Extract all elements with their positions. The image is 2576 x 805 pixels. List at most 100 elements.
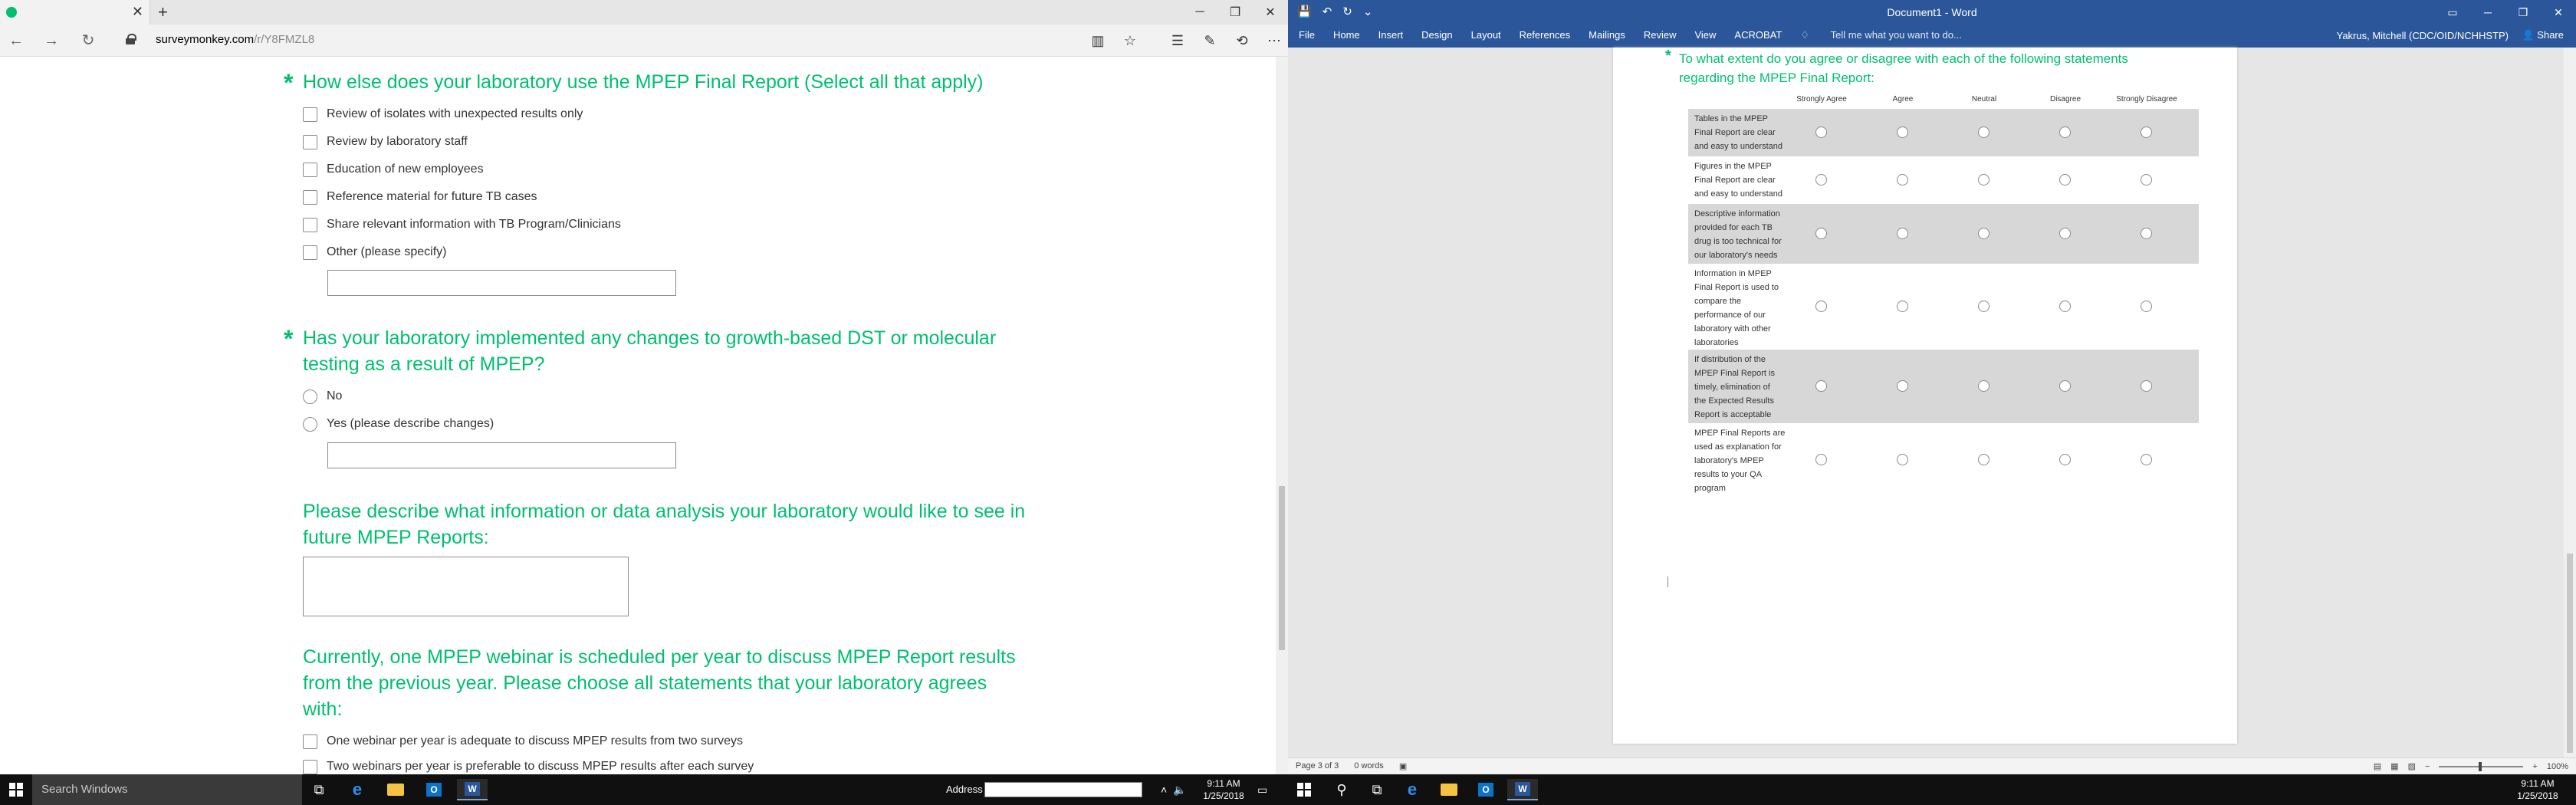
other-specify-input[interactable] — [327, 270, 676, 296]
describe-changes-input[interactable] — [327, 442, 676, 468]
likert-radio-button[interactable] — [2059, 454, 2071, 465]
tab-review[interactable]: Review — [1644, 29, 1677, 41]
likert-radio-button[interactable] — [2141, 174, 2152, 186]
likert-radio-button[interactable] — [1897, 454, 1908, 465]
likert-radio-button[interactable] — [1815, 127, 1827, 138]
likert-radio-button[interactable] — [1978, 127, 1990, 138]
scrollbar-thumb[interactable] — [1279, 486, 1285, 650]
ribbon-display-icon[interactable]: ▭ — [2435, 0, 2470, 25]
edge-taskbar-icon[interactable]: e — [342, 779, 373, 800]
checkbox-option[interactable]: Education of new employees — [303, 161, 484, 178]
radio-option[interactable]: No — [303, 388, 342, 405]
zoom-level[interactable]: 100% — [2547, 762, 2568, 771]
likert-radio-button[interactable] — [1815, 454, 1827, 465]
search-icon[interactable]: ⚲ — [1326, 779, 1357, 800]
web-layout-icon[interactable]: ▧ — [2408, 761, 2416, 771]
data-analysis-textarea[interactable] — [303, 557, 629, 616]
likert-radio-button[interactable] — [1815, 380, 1827, 392]
likert-radio-button[interactable] — [1897, 301, 1908, 312]
reading-view-icon[interactable]: ▥ — [1084, 29, 1112, 52]
checkbox[interactable] — [303, 734, 317, 749]
likert-radio-button[interactable] — [2141, 380, 2152, 392]
file-explorer-icon[interactable] — [380, 779, 411, 800]
likert-radio-button[interactable] — [1978, 174, 1990, 186]
checkbox-option[interactable]: Review of isolates with unexpected resul… — [303, 106, 583, 123]
word-taskbar-icon[interactable]: W — [1507, 779, 1538, 800]
minimize-button[interactable]: ─ — [2470, 0, 2505, 25]
checkbox[interactable] — [303, 189, 317, 205]
likert-radio-button[interactable] — [1897, 380, 1908, 392]
radio-option[interactable]: Yes (please describe changes) — [303, 416, 494, 432]
more-icon[interactable]: ⋯ — [1260, 29, 1288, 52]
web-note-icon[interactable]: ✎ — [1196, 29, 1224, 52]
likert-radio-button[interactable] — [1897, 127, 1908, 138]
tab-references[interactable]: References — [1520, 29, 1570, 41]
likert-radio-button[interactable] — [1897, 174, 1908, 186]
windows-start-icon[interactable] — [9, 783, 23, 797]
minimize-button[interactable]: ─ — [1182, 0, 1217, 25]
likert-radio-button[interactable] — [2141, 301, 2152, 312]
checkbox[interactable] — [303, 217, 317, 232]
taskbar-clock[interactable]: 9:11 AM 1/25/2018 — [2507, 777, 2568, 802]
back-button[interactable]: ← — [5, 31, 28, 51]
likert-radio-button[interactable] — [1815, 174, 1827, 186]
task-view-icon[interactable]: ⧉ — [1362, 779, 1392, 800]
tab-mailings[interactable]: Mailings — [1589, 29, 1625, 41]
likert-radio-button[interactable] — [1978, 454, 1990, 465]
likert-radio-button[interactable] — [2141, 454, 2152, 465]
task-view-icon[interactable]: ⧉ — [304, 779, 334, 800]
likert-radio-button[interactable] — [1815, 301, 1827, 312]
windows-start-icon[interactable] — [1297, 783, 1311, 797]
windows-search-box[interactable]: Search Windows — [32, 774, 302, 805]
checkbox[interactable] — [303, 759, 317, 774]
likert-radio-button[interactable] — [2059, 380, 2071, 392]
radio-button[interactable] — [303, 416, 317, 432]
taskbar-clock[interactable]: 9:11 AM 1/25/2018 — [1193, 777, 1254, 802]
likert-radio-button[interactable] — [2059, 127, 2071, 138]
checkbox[interactable] — [303, 107, 317, 122]
read-mode-icon[interactable]: ▤ — [2374, 761, 2381, 771]
user-name[interactable]: Yakrus, Mitchell (CDC/OID/NCHHSTP) — [2337, 30, 2509, 41]
checkbox-option[interactable]: Two webinars per year is preferable to d… — [303, 758, 754, 774]
likert-radio-button[interactable] — [1978, 380, 1990, 392]
proofing-icon[interactable]: ▣ — [1399, 761, 1407, 771]
restore-button[interactable]: ❐ — [1217, 0, 1253, 25]
zoom-slider-thumb[interactable] — [2479, 761, 2482, 771]
page-count[interactable]: Page 3 of 3 — [1296, 761, 1339, 771]
likert-radio-button[interactable] — [2059, 301, 2071, 312]
forward-button[interactable]: → — [40, 31, 63, 51]
hub-icon[interactable]: ☰ — [1164, 29, 1191, 52]
likert-radio-button[interactable] — [2141, 127, 2152, 138]
tab-insert[interactable]: Insert — [1378, 29, 1404, 41]
likert-radio-button[interactable] — [1815, 228, 1827, 239]
new-tab-button[interactable]: + — [158, 2, 168, 22]
refresh-button[interactable]: ↻ — [77, 31, 100, 51]
tab-close-icon[interactable]: ✕ — [132, 4, 143, 20]
zoom-slider[interactable] — [2439, 761, 2524, 771]
share-button[interactable]: 👤 Share — [2517, 28, 2568, 43]
zoom-in-icon[interactable]: + — [2532, 762, 2537, 771]
likert-radio-button[interactable] — [2141, 228, 2152, 239]
checkbox-option[interactable]: Share relevant information with TB Progr… — [303, 216, 621, 233]
browser-tab[interactable]: ✕ — [0, 0, 150, 25]
likert-radio-button[interactable] — [1897, 228, 1908, 239]
likert-radio-button[interactable] — [2059, 174, 2071, 186]
tab-layout[interactable]: Layout — [1471, 29, 1501, 41]
address-toolbar-input[interactable] — [984, 782, 1142, 797]
outlook-icon[interactable]: O — [419, 779, 449, 800]
chevron-up-icon[interactable]: ˄ — [1161, 784, 1167, 796]
edge-taskbar-icon[interactable]: e — [1397, 779, 1428, 800]
checkbox[interactable] — [303, 245, 317, 260]
checkbox-option[interactable]: One webinar per year is adequate to disc… — [303, 733, 743, 750]
likert-radio-button[interactable] — [1978, 301, 1990, 312]
tab-view[interactable]: View — [1694, 29, 1716, 41]
favorite-star-icon[interactable]: ☆ — [1116, 29, 1144, 52]
radio-button[interactable] — [303, 389, 317, 404]
tab-design[interactable]: Design — [1421, 29, 1452, 41]
checkbox-option[interactable]: Reference material for future TB cases — [303, 189, 537, 205]
notification-icon[interactable]: ▭ — [1257, 774, 1267, 805]
likert-radio-button[interactable] — [1978, 228, 1990, 239]
word-taskbar-icon[interactable]: W — [457, 779, 488, 800]
restore-button[interactable]: ❐ — [2505, 0, 2541, 25]
word-count[interactable]: 0 words — [1354, 761, 1384, 771]
